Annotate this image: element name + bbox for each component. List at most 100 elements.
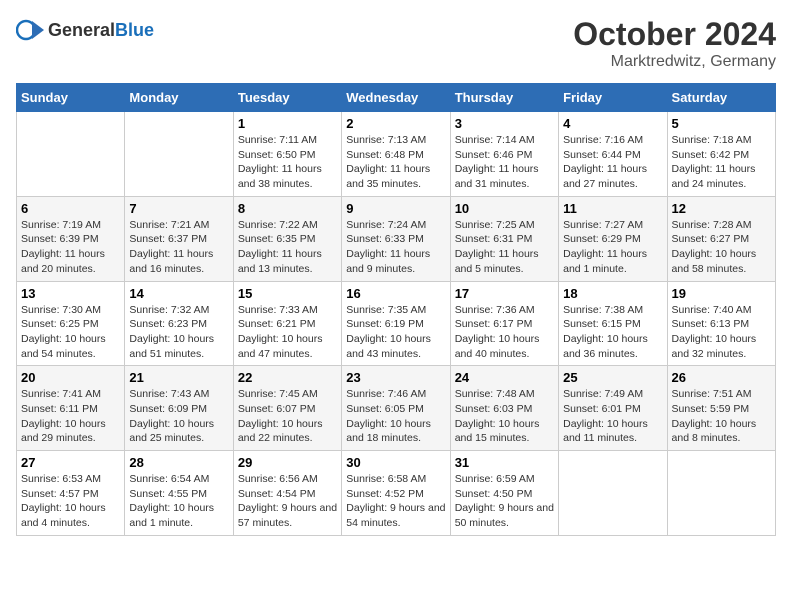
day-cell: 24Sunrise: 7:48 AM Sunset: 6:03 PM Dayli…	[450, 366, 558, 451]
day-number: 5	[672, 116, 771, 131]
day-detail: Sunrise: 6:53 AM Sunset: 4:57 PM Dayligh…	[21, 472, 120, 531]
day-cell	[559, 451, 667, 536]
day-detail: Sunrise: 7:43 AM Sunset: 6:09 PM Dayligh…	[129, 387, 228, 446]
day-cell: 26 Sunrise: 7:51 AM Sunset: 5:59 PM Dayli…	[667, 366, 775, 451]
weekday-col-friday: Friday	[559, 84, 667, 112]
week-row-1: 1 Sunrise: 7:11 AM Sunset: 6:50 PM Daylig…	[17, 112, 776, 197]
day-number: 6	[21, 201, 120, 216]
day-number: 3	[455, 116, 554, 131]
logo-icon	[16, 16, 44, 44]
day-cell: 8 Sunrise: 7:22 AM Sunset: 6:35 PM Daylig…	[233, 196, 341, 281]
week-row-5: 27 Sunrise: 6:53 AM Sunset: 4:57 PM Dayli…	[17, 451, 776, 536]
day-detail: Sunrise: 7:14 AM Sunset: 6:46 PM Dayligh…	[455, 133, 554, 192]
day-cell	[667, 451, 775, 536]
day-detail: Sunrise: 7:18 AM Sunset: 6:42 PM Dayligh…	[672, 133, 771, 192]
day-detail: Sunrise: 7:24 AM Sunset: 6:33 PM Dayligh…	[346, 218, 445, 277]
day-cell	[125, 112, 233, 197]
day-cell: 16 Sunrise: 7:35 AM Sunset: 6:19 PM Dayli…	[342, 281, 450, 366]
day-number: 28	[129, 455, 228, 470]
day-cell	[17, 112, 125, 197]
day-detail: Sunrise: 7:32 AM Sunset: 6:23 PM Dayligh…	[129, 303, 228, 362]
day-number: 21	[129, 370, 228, 385]
day-cell: 5 Sunrise: 7:18 AM Sunset: 6:42 PM Daylig…	[667, 112, 775, 197]
weekday-col-wednesday: Wednesday	[342, 84, 450, 112]
day-detail: Sunrise: 7:21 AM Sunset: 6:37 PM Dayligh…	[129, 218, 228, 277]
day-detail: Sunrise: 7:41 AM Sunset: 6:11 PM Dayligh…	[21, 387, 120, 446]
day-cell: 14 Sunrise: 7:32 AM Sunset: 6:23 PM Dayli…	[125, 281, 233, 366]
day-number: 8	[238, 201, 337, 216]
day-cell: 4Sunrise: 7:16 AM Sunset: 6:44 PM Daylig…	[559, 112, 667, 197]
logo: GeneralBlue	[16, 16, 154, 44]
day-detail: Sunrise: 7:49 AM Sunset: 6:01 PM Dayligh…	[563, 387, 662, 446]
day-cell: 31 Sunrise: 6:59 AM Sunset: 4:50 PM Dayli…	[450, 451, 558, 536]
day-number: 25	[563, 370, 662, 385]
day-cell: 23Sunrise: 7:46 AM Sunset: 6:05 PM Dayli…	[342, 366, 450, 451]
day-detail: Sunrise: 7:11 AM Sunset: 6:50 PM Dayligh…	[238, 133, 337, 192]
day-number: 31	[455, 455, 554, 470]
day-number: 13	[21, 286, 120, 301]
day-cell: 28Sunrise: 6:54 AM Sunset: 4:55 PM Dayli…	[125, 451, 233, 536]
logo-text-general: General	[48, 20, 115, 40]
day-cell: 30 Sunrise: 6:58 AM Sunset: 4:52 PM Dayli…	[342, 451, 450, 536]
day-number: 7	[129, 201, 228, 216]
day-cell: 13 Sunrise: 7:30 AM Sunset: 6:25 PM Dayli…	[17, 281, 125, 366]
day-number: 9	[346, 201, 445, 216]
day-number: 30	[346, 455, 445, 470]
day-number: 17	[455, 286, 554, 301]
day-cell: 7 Sunrise: 7:21 AM Sunset: 6:37 PM Daylig…	[125, 196, 233, 281]
day-cell: 27 Sunrise: 6:53 AM Sunset: 4:57 PM Dayli…	[17, 451, 125, 536]
weekday-col-saturday: Saturday	[667, 84, 775, 112]
day-detail: Sunrise: 7:27 AM Sunset: 6:29 PM Dayligh…	[563, 218, 662, 277]
day-number: 27	[21, 455, 120, 470]
day-number: 10	[455, 201, 554, 216]
day-number: 19	[672, 286, 771, 301]
day-detail: Sunrise: 6:59 AM Sunset: 4:50 PM Dayligh…	[455, 472, 554, 531]
day-detail: Sunrise: 7:35 AM Sunset: 6:19 PM Dayligh…	[346, 303, 445, 362]
day-cell: 3 Sunrise: 7:14 AM Sunset: 6:46 PM Daylig…	[450, 112, 558, 197]
weekday-col-sunday: Sunday	[17, 84, 125, 112]
day-cell: 20Sunrise: 7:41 AM Sunset: 6:11 PM Dayli…	[17, 366, 125, 451]
day-number: 15	[238, 286, 337, 301]
day-detail: Sunrise: 7:13 AM Sunset: 6:48 PM Dayligh…	[346, 133, 445, 192]
month-title: October 2024	[573, 16, 776, 53]
day-number: 11	[563, 201, 662, 216]
day-cell: 10Sunrise: 7:25 AM Sunset: 6:31 PM Dayli…	[450, 196, 558, 281]
day-number: 24	[455, 370, 554, 385]
day-detail: Sunrise: 6:58 AM Sunset: 4:52 PM Dayligh…	[346, 472, 445, 531]
day-number: 2	[346, 116, 445, 131]
weekday-col-thursday: Thursday	[450, 84, 558, 112]
weekday-header-row: SundayMondayTuesdayWednesdayThursdayFrid…	[17, 84, 776, 112]
day-detail: Sunrise: 7:51 AM Sunset: 5:59 PM Dayligh…	[672, 387, 771, 446]
day-detail: Sunrise: 7:19 AM Sunset: 6:39 PM Dayligh…	[21, 218, 120, 277]
logo-text-blue: Blue	[115, 20, 154, 40]
day-number: 22	[238, 370, 337, 385]
day-cell: 11 Sunrise: 7:27 AM Sunset: 6:29 PM Dayli…	[559, 196, 667, 281]
title-area: October 2024 Marktredwitz, Germany	[573, 16, 776, 71]
day-detail: Sunrise: 7:30 AM Sunset: 6:25 PM Dayligh…	[21, 303, 120, 362]
day-number: 29	[238, 455, 337, 470]
day-number: 16	[346, 286, 445, 301]
day-number: 4	[563, 116, 662, 131]
day-detail: Sunrise: 7:28 AM Sunset: 6:27 PM Dayligh…	[672, 218, 771, 277]
day-number: 26	[672, 370, 771, 385]
week-row-2: 6 Sunrise: 7:19 AM Sunset: 6:39 PM Daylig…	[17, 196, 776, 281]
day-cell: 15Sunrise: 7:33 AM Sunset: 6:21 PM Dayli…	[233, 281, 341, 366]
weekday-col-monday: Monday	[125, 84, 233, 112]
calendar-table: SundayMondayTuesdayWednesdayThursdayFrid…	[16, 83, 776, 536]
location-title: Marktredwitz, Germany	[573, 53, 776, 71]
day-detail: Sunrise: 7:22 AM Sunset: 6:35 PM Dayligh…	[238, 218, 337, 277]
day-cell: 6 Sunrise: 7:19 AM Sunset: 6:39 PM Daylig…	[17, 196, 125, 281]
day-cell: 29Sunrise: 6:56 AM Sunset: 4:54 PM Dayli…	[233, 451, 341, 536]
day-number: 23	[346, 370, 445, 385]
day-detail: Sunrise: 7:38 AM Sunset: 6:15 PM Dayligh…	[563, 303, 662, 362]
day-number: 18	[563, 286, 662, 301]
day-number: 12	[672, 201, 771, 216]
day-cell: 22Sunrise: 7:45 AM Sunset: 6:07 PM Dayli…	[233, 366, 341, 451]
header: GeneralBlue October 2024 Marktredwitz, G…	[16, 16, 776, 71]
day-cell: 12 Sunrise: 7:28 AM Sunset: 6:27 PM Dayli…	[667, 196, 775, 281]
day-cell: 25 Sunrise: 7:49 AM Sunset: 6:01 PM Dayli…	[559, 366, 667, 451]
day-detail: Sunrise: 7:36 AM Sunset: 6:17 PM Dayligh…	[455, 303, 554, 362]
week-row-4: 20Sunrise: 7:41 AM Sunset: 6:11 PM Dayli…	[17, 366, 776, 451]
day-number: 14	[129, 286, 228, 301]
day-number: 1	[238, 116, 337, 131]
